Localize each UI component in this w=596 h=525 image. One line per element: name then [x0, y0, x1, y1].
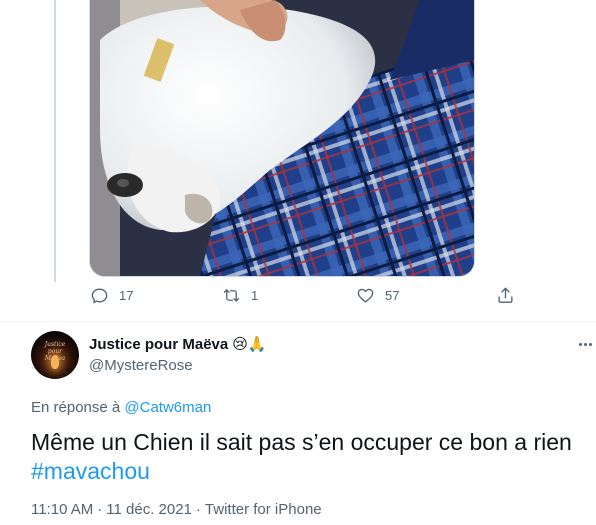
- dog-photo: [90, 0, 474, 276]
- meta-separator: ·: [97, 501, 103, 518]
- retweet-action[interactable]: 1: [222, 286, 258, 305]
- reply-icon: [91, 288, 108, 304]
- reply-action[interactable]: 17: [90, 286, 133, 305]
- tweet-body: Même un Chien il sait pas s’en occuper c…: [31, 428, 581, 486]
- candle-flame-icon: [51, 355, 59, 369]
- reply-count: 17: [119, 288, 134, 303]
- thread-connector-line: [54, 0, 56, 282]
- tweet-text: Même un Chien il sait pas s’en occuper c…: [31, 429, 572, 455]
- retweet-count: 1: [251, 288, 259, 303]
- tweet-metadata: 11:10 AM · 11 déc. 2021 · Twitter for iP…: [31, 501, 322, 518]
- heart-icon: [357, 288, 374, 303]
- more-dot: [578, 342, 582, 346]
- tweet-divider: [0, 321, 596, 322]
- tweet-date[interactable]: 11 déc. 2021: [106, 501, 192, 518]
- retweet-icon: [223, 289, 240, 302]
- name-emojis: 😢🙏: [232, 336, 267, 353]
- hashtag-link[interactable]: #mavachou: [31, 458, 150, 484]
- tweet-media-image[interactable]: [89, 0, 475, 277]
- tweet-source[interactable]: Twitter for iPhone: [205, 501, 322, 518]
- meta-separator: ·: [195, 501, 201, 518]
- avatar[interactable]: Justice pour Maëva: [31, 331, 79, 379]
- like-count: 57: [385, 288, 400, 303]
- display-name-text: Justice pour Maëva: [89, 335, 229, 353]
- share-action[interactable]: [496, 286, 515, 305]
- more-dot: [583, 342, 587, 346]
- tweet-action-bar: 17 1 57: [0, 286, 596, 312]
- tweet-time[interactable]: 11:10 AM: [31, 501, 93, 518]
- like-action[interactable]: 57: [356, 286, 399, 305]
- more-options-icon[interactable]: [574, 333, 596, 355]
- replying-to-handle-link[interactable]: @Catw6man: [124, 399, 211, 416]
- author-handle[interactable]: @MystereRose: [89, 357, 193, 374]
- more-dot: [588, 342, 592, 346]
- author-display-name[interactable]: Justice pour Maëva 😢🙏: [89, 335, 267, 354]
- replying-to-line: En réponse à @Catw6man: [31, 399, 211, 416]
- replying-to-prefix: En réponse à: [31, 399, 121, 416]
- share-icon: [498, 287, 513, 303]
